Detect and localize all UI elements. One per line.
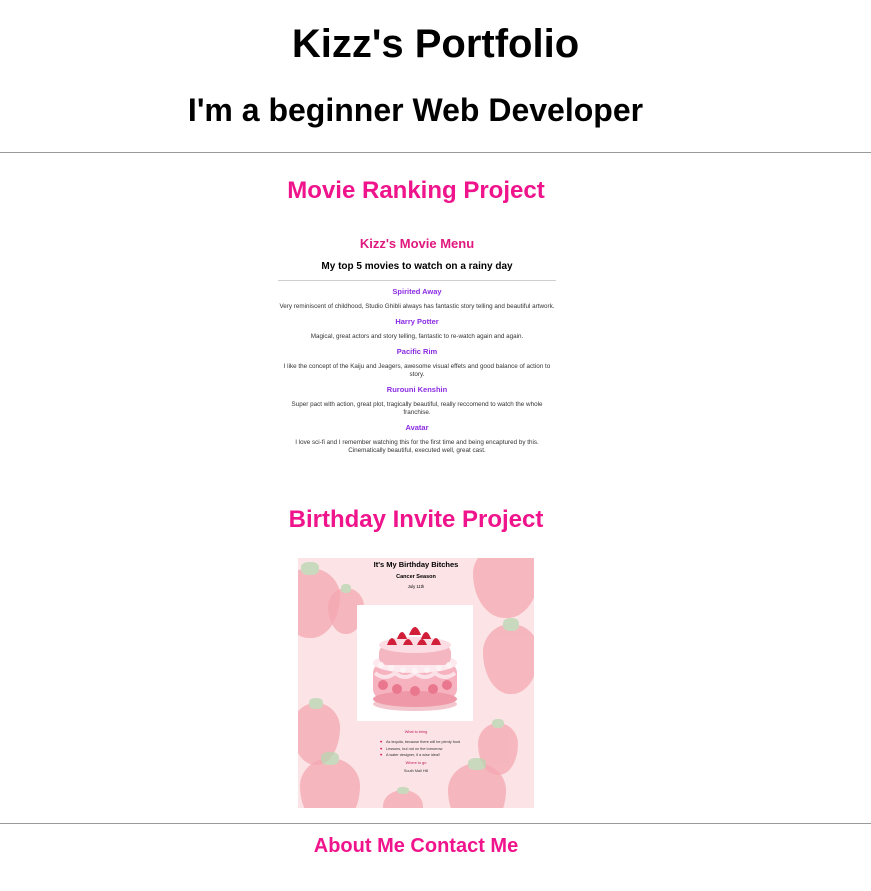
birthday-project-title: Birthday Invite Project <box>288 506 544 533</box>
invite-date: July 11th <box>407 584 425 589</box>
cake-illustration <box>373 627 457 711</box>
movie-item: Harry Potter Magical, great actors and s… <box>278 317 556 341</box>
movie-description: Very reminiscent of childhood, Studio Gh… <box>279 303 555 310</box>
where-label: Where to go <box>405 761 427 765</box>
movie-item: Spirited Away Very reminiscent of childh… <box>278 287 556 311</box>
about-me-link[interactable]: About Me <box>314 835 405 857</box>
strawberry-decoration <box>383 786 423 808</box>
movie-menu-divider <box>278 280 556 281</box>
movie-description: Super pact with action, great plot, trag… <box>291 401 543 416</box>
bottom-divider <box>0 823 871 824</box>
movie-name: Harry Potter <box>395 317 439 326</box>
bring-list-item: A water designer, if a wise idea!! <box>380 752 490 759</box>
movie-project-preview[interactable]: Kizz's Movie Menu My top 5 movies to wat… <box>278 232 556 482</box>
cake-image <box>357 605 473 721</box>
page-title: Kizz's Portfolio <box>291 22 580 66</box>
location-text: South Mall Hill <box>403 769 429 773</box>
movie-item: Avatar I love sci-fi and I remember watc… <box>278 423 556 455</box>
footer-nav: About Me Contact Me <box>0 833 832 859</box>
movie-item: Rurouni Kenshin Super pact with action, … <box>278 385 556 417</box>
birthday-invite-preview[interactable]: It's My Birthday Bitches Cancer Season J… <box>298 558 534 808</box>
invite-subtitle: Cancer Season <box>396 574 436 580</box>
portfolio-page: Kizz's Portfolio I'm a beginner Web Deve… <box>0 0 871 891</box>
movie-description: I love sci-fi and I remember watching th… <box>295 439 539 454</box>
movie-menu-subtitle: My top 5 movies to watch on a rainy day <box>321 261 513 272</box>
strawberry-decoration <box>483 618 534 694</box>
movie-name: Pacific Rim <box>396 347 438 356</box>
movie-menu-title: Kizz's Movie Menu <box>359 236 475 251</box>
movie-name: Rurouni Kenshin <box>386 385 448 394</box>
invite-title: It's My Birthday Bitches <box>373 560 459 569</box>
bring-list: As tequila, because there will be plenty… <box>380 739 490 759</box>
page-subtitle: I'm a beginner Web Developer <box>187 92 644 128</box>
movie-name: Avatar <box>405 423 429 432</box>
contact-me-link[interactable]: Contact Me <box>410 835 518 857</box>
what-to-bring-label: What to bring <box>404 730 428 734</box>
movie-description: I like the concept of the Kaiju and Jeag… <box>283 363 551 378</box>
movie-name: Spirited Away <box>392 287 442 296</box>
movie-item: Pacific Rim I like the concept of the Ka… <box>278 347 556 379</box>
movie-description: Magical, great actors and story telling,… <box>310 333 524 340</box>
movie-project-title: Movie Ranking Project <box>287 177 545 204</box>
top-divider <box>0 152 871 153</box>
